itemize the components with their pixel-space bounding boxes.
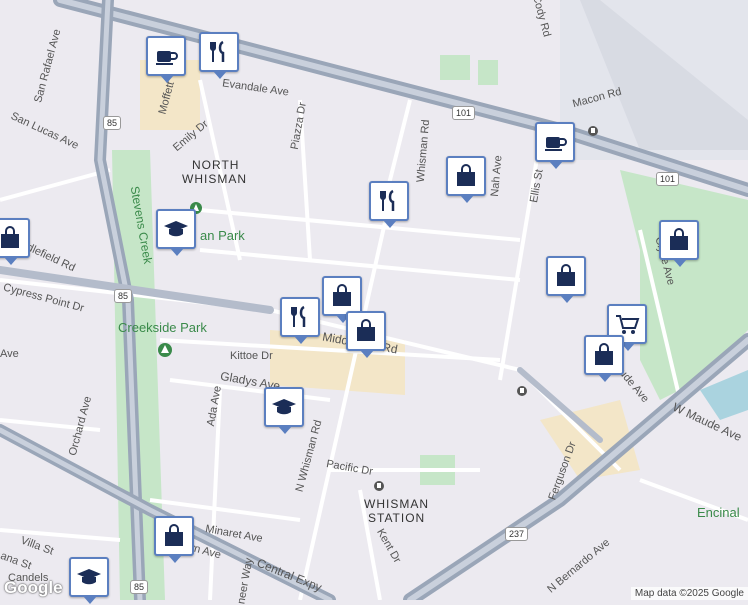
label-whisman: WHISMAN [182, 172, 247, 186]
graduation-cap-icon [77, 569, 101, 585]
park-green-top2 [478, 60, 498, 85]
transit-icon-3 [374, 481, 384, 491]
shield-101-right: 101 [656, 172, 680, 186]
cafe-pin[interactable] [146, 36, 186, 83]
graduation-cap-icon [164, 221, 188, 237]
shopping-pin[interactable] [322, 276, 362, 323]
cafe-icon [156, 51, 178, 65]
shopping-pin[interactable] [659, 220, 699, 267]
shopping-bag-icon [557, 264, 575, 286]
transit-icon-2 [517, 386, 527, 396]
label-whisman-station-1: WHISMAN [364, 497, 429, 511]
label-kittoe-dr: Kittoe Dr [230, 350, 273, 362]
transit-icon-1 [588, 126, 598, 136]
restaurant-icon [291, 305, 306, 327]
restaurant-pin[interactable] [199, 32, 239, 79]
restaurant-icon [380, 189, 395, 211]
shopping-bag-icon [595, 343, 613, 365]
label-creekside-park: Creekside Park [118, 320, 207, 335]
shield-85-mid: 85 [114, 289, 133, 303]
shopping-bag-icon [1, 226, 19, 248]
shield-85-top: 85 [103, 116, 122, 130]
school-pin[interactable] [264, 387, 304, 434]
shopping-bag-icon [457, 164, 475, 186]
restaurant-pin[interactable] [369, 181, 409, 228]
graduation-cap-icon [272, 399, 296, 415]
shopping-pin[interactable] [346, 311, 386, 358]
label-park-partial: an Park [200, 228, 245, 243]
creekside-tree-icon [158, 343, 172, 357]
shopping-pin[interactable] [0, 218, 30, 265]
shopping-bag-icon [333, 284, 351, 306]
cafe-icon [545, 137, 567, 151]
label-whisman-station-2: STATION [368, 511, 426, 525]
cafe-pin[interactable] [535, 122, 575, 169]
shopping-pin[interactable] [584, 335, 624, 382]
restaurant-pin[interactable] [280, 297, 320, 344]
shopping-bag-icon [670, 228, 688, 250]
shield-237: 237 [505, 527, 529, 541]
label-north: NORTH [192, 158, 240, 172]
shield-101-top: 101 [452, 106, 476, 120]
google-logo[interactable]: Google [4, 578, 63, 598]
shopping-pin[interactable] [546, 256, 586, 303]
school-pin[interactable] [69, 557, 109, 604]
shopping-cart-icon [616, 315, 640, 334]
shopping-bag-icon [165, 524, 183, 546]
school-pin[interactable] [156, 209, 196, 256]
map-attribution: Map data ©2025 Google [630, 587, 748, 600]
shopping-pin[interactable] [154, 516, 194, 563]
park-green-top [440, 55, 470, 80]
restaurant-icon [210, 40, 225, 62]
shopping-pin[interactable] [446, 156, 486, 203]
shield-85-bottom: 85 [130, 580, 149, 594]
shopping-bag-icon [357, 319, 375, 341]
label-ave-partial: Ave [0, 348, 19, 360]
label-encinal-partial: Encinal [697, 505, 740, 520]
